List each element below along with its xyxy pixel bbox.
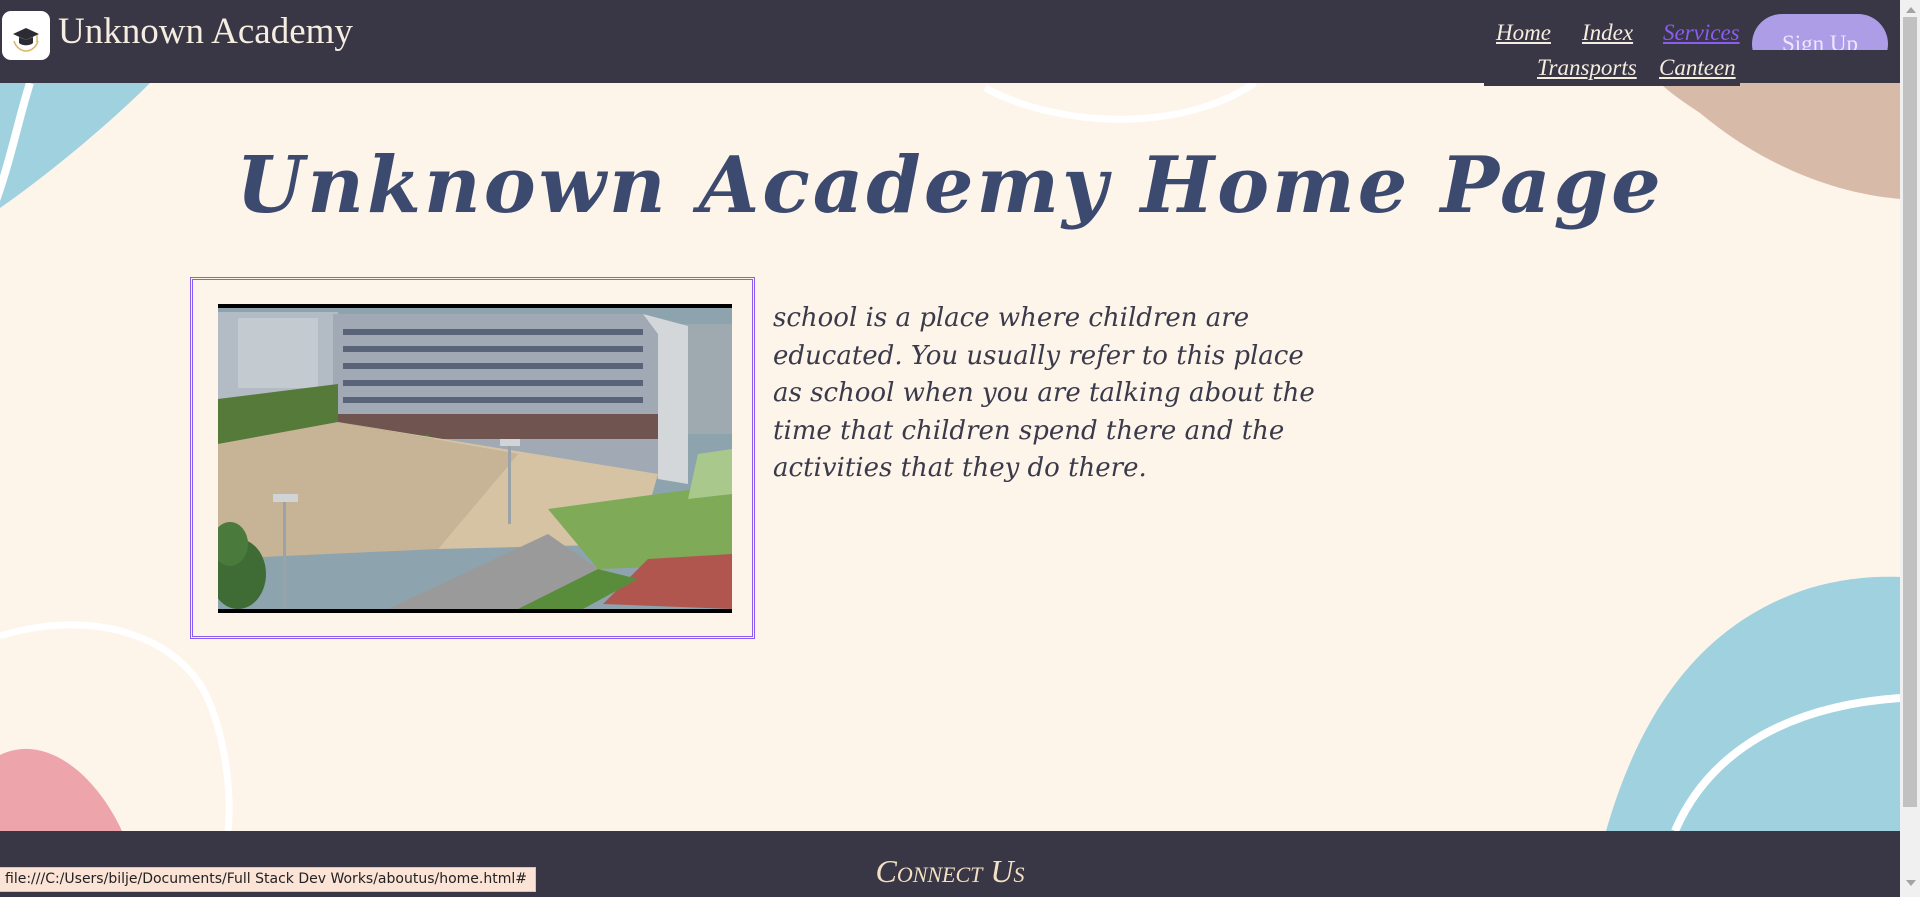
graduation-cap-icon [13,27,39,52]
signup-button-container: Sign Up [1752,14,1890,50]
logo[interactable] [2,11,50,60]
intro-paragraph: school is a place where children are edu… [773,303,1315,483]
nav-dropdown-strip [1484,83,1740,86]
nav-link-index[interactable]: Index [1582,20,1633,46]
signup-button[interactable]: Sign Up [1752,14,1888,50]
nav-link-services[interactable]: Services [1663,20,1740,46]
scroll-up-arrow-icon[interactable] [1906,7,1916,13]
school-image [218,304,732,613]
top-navbar: Unknown Academy Home Index Services Tran… [0,0,1900,83]
decor-blob-bottom-left [0,748,122,831]
nav-link-home[interactable]: Home [1496,20,1551,46]
nav-link-canteen[interactable]: Canteen [1659,55,1736,81]
nav-link-transports[interactable]: Transports [1537,55,1637,81]
site-title[interactable]: Unknown Academy [58,10,353,53]
scroll-down-arrow-icon[interactable] [1906,880,1916,886]
scrollbar-thumb[interactable] [1903,17,1917,807]
browser-status-bar: file:///C:/Users/bilje/Documents/Full St… [0,867,536,892]
decor-arc-top [983,83,1257,123]
page-title: Unknown Academy Home Page [236,140,1664,231]
